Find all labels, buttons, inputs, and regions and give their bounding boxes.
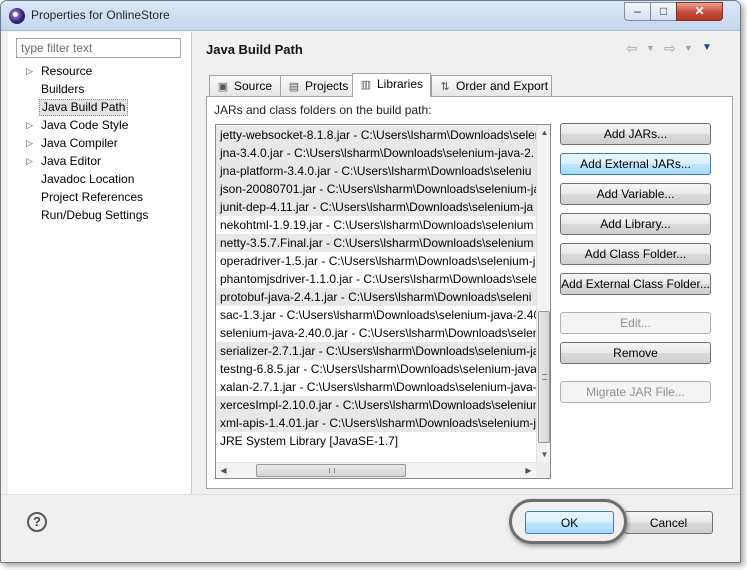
scroll-down-icon[interactable]: ▼ [537, 447, 550, 462]
jar-list-item[interactable]: phantomjsdriver-1.1.0.jar - C:\Users\lsh… [216, 270, 536, 288]
vertical-scroll-thumb[interactable] [538, 311, 550, 443]
jar-list-item[interactable]: jna-platform-3.4.0.jar - C:\Users\lsharm… [216, 162, 536, 180]
jar-list-item[interactable]: jna-3.4.0.jar - C:\Users\lsharm\Download… [216, 144, 536, 162]
back-dropdown-icon[interactable]: ▼ [646, 43, 655, 53]
source-folder-icon: ▣ [217, 81, 229, 93]
jar-list-item[interactable]: jetty-websocket-8.1.8.jar - C:\Users\lsh… [216, 126, 536, 144]
property-page: Java Build Path ⇦ ▼ ⇨ ▼ ▼ ▣ Source ▤ Proje… [193, 32, 738, 494]
edit-button[interactable]: Edit... [560, 312, 711, 334]
add-variable-button[interactable]: Add Variable... [560, 183, 711, 205]
vertical-scrollbar[interactable]: ▲ ▼ [536, 125, 550, 462]
libraries-icon: ▥ [360, 79, 372, 91]
properties-dialog: Properties for OnlineStore – □ ✕ ▷ Resour… [0, 0, 741, 563]
sidebar-item-label: Javadoc Location [41, 172, 135, 186]
jar-list-item[interactable]: serializer-2.7.1.jar - C:\Users\lsharm\D… [216, 342, 536, 360]
grip-icon [329, 468, 335, 473]
jar-list-item[interactable]: netty-3.5.7.Final.jar - C:\Users\lsharm\… [216, 234, 536, 252]
tab-projects-label: Projects [305, 79, 349, 93]
forward-dropdown-icon[interactable]: ▼ [684, 43, 693, 53]
cancel-button[interactable]: Cancel [624, 511, 713, 534]
jar-list-item[interactable]: testng-6.8.5.jar - C:\Users\lsharm\Downl… [216, 360, 536, 378]
jar-list-item[interactable]: xercesImpl-2.10.0.jar - C:\Users\lsharm\… [216, 396, 536, 414]
sidebar-item-label: Java Code Style [41, 118, 129, 132]
tab-source[interactable]: ▣ Source [209, 75, 281, 96]
tab-libraries-label: Libraries [377, 77, 424, 91]
sidebar-item-label: Java Editor [41, 154, 102, 168]
forward-arrow-icon[interactable]: ⇨ [664, 40, 676, 57]
add-class-folder-button[interactable]: Add Class Folder... [560, 243, 711, 265]
ok-button[interactable]: OK [525, 511, 614, 534]
jar-list-heading: JARs and class folders on the build path… [214, 103, 432, 117]
add-external-jars-button[interactable]: Add External JARs... [560, 153, 711, 175]
jar-list-item[interactable]: nekohtml-1.9.19.jar - C:\Users\lsharm\Do… [216, 216, 536, 234]
tab-order-and-export[interactable]: ⇅ Order and Export [431, 75, 552, 96]
help-icon[interactable]: ? [27, 512, 47, 532]
sidebar-item-label: Resource [41, 64, 93, 78]
jar-list-item[interactable]: JRE System Library [JavaSE-1.7] [216, 432, 536, 450]
horizontal-scrollbar[interactable]: ◀ ▶ [216, 462, 536, 478]
jar-list-item[interactable]: xalan-2.7.1.jar - C:\Users\lsharm\Downlo… [216, 378, 536, 396]
jar-list-item[interactable]: sac-1.3.jar - C:\Users\lsharm\Downloads\… [216, 306, 536, 324]
tab-source-label: Source [234, 79, 273, 93]
scroll-left-icon[interactable]: ◀ [216, 463, 231, 478]
expand-arrow-icon[interactable]: ▷ [26, 135, 36, 152]
scrollbar-corner [536, 462, 550, 478]
sidebar-item-label: Project References [41, 190, 144, 204]
migrate-jar-file-button[interactable]: Migrate JAR File... [560, 381, 711, 403]
remove-button[interactable]: Remove [560, 342, 711, 364]
filter-input[interactable] [16, 38, 181, 58]
grip-icon [542, 374, 547, 380]
title-bar[interactable]: Properties for OnlineStore – □ ✕ [1, 1, 740, 31]
expand-arrow-icon[interactable]: ▷ [26, 153, 36, 170]
projects-folder-icon: ▤ [288, 81, 300, 93]
jar-list-item[interactable]: protobuf-java-2.4.1.jar - C:\Users\lshar… [216, 288, 536, 306]
maximize-button[interactable]: □ [650, 2, 677, 21]
libraries-panel: JARs and class folders on the build path… [206, 96, 733, 489]
tab-libraries[interactable]: ▥ Libraries [352, 73, 431, 97]
jar-list-item[interactable]: junit-dep-4.11.jar - C:\Users\lsharm\Dow… [216, 198, 536, 216]
expand-arrow-icon[interactable]: ▷ [26, 117, 36, 134]
window-title: Properties for OnlineStore [31, 8, 170, 22]
close-button[interactable]: ✕ [676, 2, 723, 21]
property-tree-pane: ▷ResourceBuildersJava Build Path▷Java Co… [8, 32, 192, 494]
sidebar-item-label: Java Compiler [41, 136, 118, 150]
minimize-button[interactable]: – [624, 2, 651, 21]
back-arrow-icon[interactable]: ⇦ [626, 40, 638, 57]
scroll-up-icon[interactable]: ▲ [537, 125, 550, 140]
add-jars-button[interactable]: Add JARs... [560, 123, 711, 145]
sidebar-item-label: Builders [41, 82, 85, 96]
add-external-class-folder-button[interactable]: Add External Class Folder... [560, 273, 711, 295]
sidebar-item-label: Java Build Path [39, 99, 129, 116]
expand-arrow-icon[interactable]: ▷ [26, 63, 36, 80]
page-title: Java Build Path [206, 42, 303, 57]
jar-list-item[interactable]: selenium-java-2.40.0.jar - C:\Users\lsha… [216, 324, 536, 342]
scroll-right-icon[interactable]: ▶ [521, 463, 536, 478]
horizontal-scroll-thumb[interactable] [256, 464, 406, 477]
view-menu-icon[interactable]: ▼ [702, 42, 712, 53]
tab-projects[interactable]: ▤ Projects [280, 75, 353, 96]
jar-list-item[interactable]: json-20080701.jar - C:\Users\lsharm\Down… [216, 180, 536, 198]
jar-list[interactable]: jetty-websocket-8.1.8.jar - C:\Users\lsh… [215, 124, 551, 479]
tab-order-export-label: Order and Export [456, 79, 549, 93]
dialog-footer: ? OK Cancel [1, 494, 740, 562]
eclipse-icon [9, 8, 25, 24]
order-export-icon: ⇅ [440, 81, 450, 93]
add-library-button[interactable]: Add Library... [560, 213, 711, 235]
jar-list-item[interactable]: operadriver-1.5.jar - C:\Users\lsharm\Do… [216, 252, 536, 270]
jar-list-item[interactable]: xml-apis-1.4.01.jar - C:\Users\lsharm\Do… [216, 414, 536, 432]
sidebar-item-label: Run/Debug Settings [41, 208, 149, 222]
